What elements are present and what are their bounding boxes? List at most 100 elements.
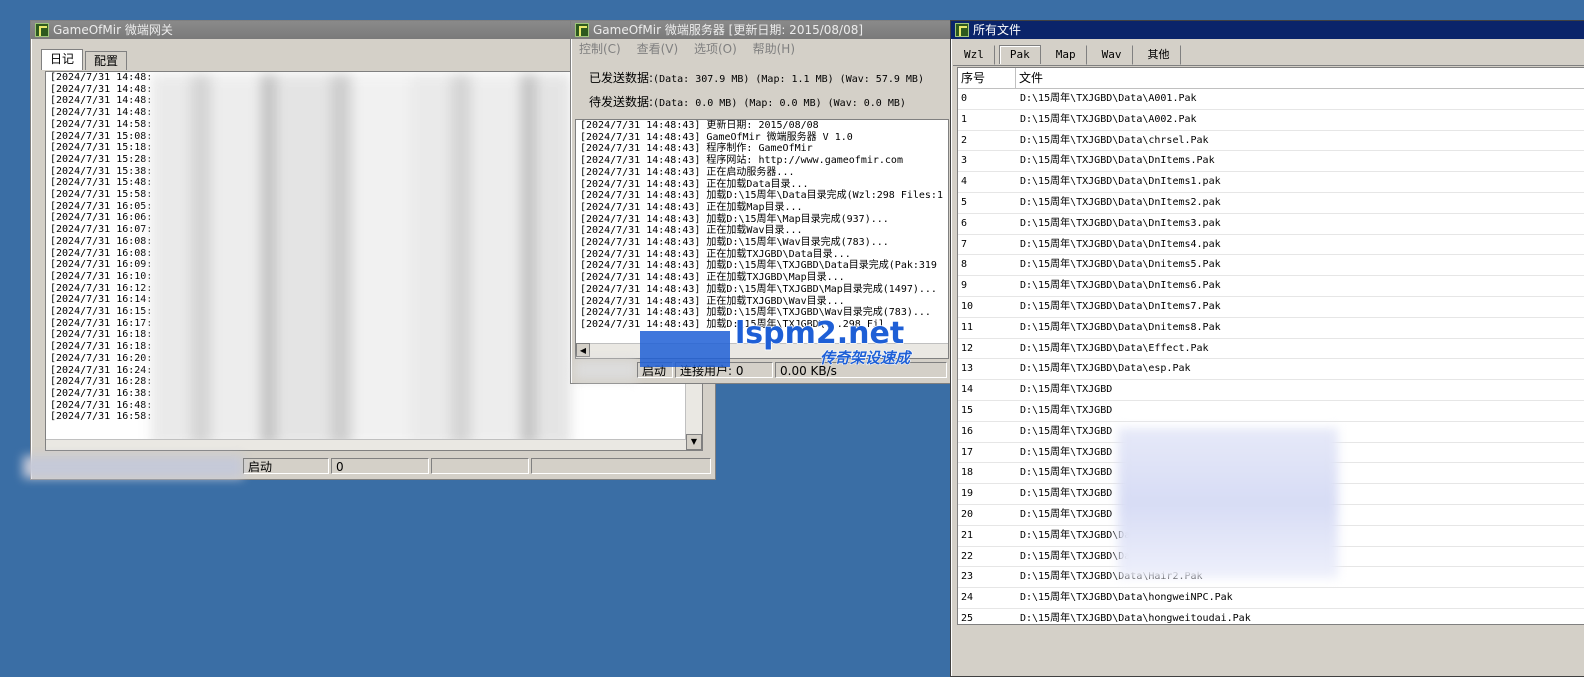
row-index: 3	[961, 155, 968, 167]
tab-other[interactable]: 其他	[1137, 45, 1181, 65]
row-file-path: D:\15周年\TXJGBD\Data\DnItems4.pak	[1020, 238, 1221, 250]
files-title: 所有文件	[973, 23, 1022, 37]
table-row[interactable]: 25 D:\15周年\TXJGBD\Data\hongweitoudai.Pak	[958, 609, 1584, 624]
row-index: 16	[961, 425, 974, 437]
scroll-down-icon[interactable]: ▼	[686, 434, 702, 450]
column-file[interactable]: 文件	[1016, 68, 1584, 88]
table-row[interactable]: 13 D:\15周年\TXJGBD\Data\esp.Pak	[958, 359, 1584, 381]
row-file-path: D:\15周年\TXJGBD\Data\A002.Pak	[1020, 113, 1197, 125]
files-tabs: Wzl Pak Map Wav 其他	[953, 43, 1584, 66]
table-row[interactable]: 6 D:\15周年\TXJGBD\Data\DnItems3.pak	[958, 214, 1584, 235]
log-line: [2024/7/31 14:48:43] 正在加载Data目录...	[580, 178, 809, 190]
table-row[interactable]: 1 D:\15周年\TXJGBD\Data\A002.Pak	[958, 110, 1584, 131]
table-row[interactable]: 11 D:\15周年\TXJGBD\Data\Dnitems8.Pak	[958, 318, 1584, 339]
log-line: [2024/7/31 14:48:43] 正在加载TXJGBD\Map目录...	[580, 272, 845, 284]
log-line: [2024/7/31 14:48:43] 加载D:\15周年\TXJGBD\Da…	[580, 260, 937, 272]
table-row[interactable]: 2 D:\15周年\TXJGBD\Data\chrsel.Pak	[958, 131, 1584, 152]
column-index[interactable]: 序号	[958, 68, 1016, 88]
menu-view[interactable]: 查看(V)	[637, 42, 679, 56]
row-index: 5	[961, 196, 968, 208]
table-row[interactable]: 7 D:\15周年\TXJGBD\Data\DnItems4.pak	[958, 235, 1584, 256]
row-file-path: D:\15周年\TXJGBD	[1020, 404, 1113, 416]
row-index: 1	[961, 113, 968, 125]
row-file-path: D:\15周年\TXJGBD\Data\Effect.Pak	[1020, 342, 1209, 354]
row-index: 19	[961, 488, 974, 500]
redacted-status	[575, 360, 637, 380]
pending-data-value: (Data: 0.0 MB) (Map: 0.0 MB) (Wav: 0.0 M…	[653, 98, 906, 109]
app-icon	[955, 23, 969, 37]
menu-control[interactable]: 控制(C)	[579, 42, 621, 56]
row-index: 10	[961, 300, 974, 312]
table-row[interactable]: 14 D:\15周年\TXJGBD	[958, 380, 1584, 401]
row-index: 17	[961, 446, 974, 458]
row-index: 2	[961, 134, 968, 146]
watermark-mark	[640, 331, 730, 367]
files-title-bar[interactable]: 所有文件	[951, 21, 1584, 39]
pending-data-label: 待发送数据:	[589, 95, 654, 109]
row-file-path: D:\15周年\TXJGBD\Data\hongweiNPC.Pak	[1020, 592, 1233, 604]
tab-config[interactable]: 配置	[85, 51, 128, 70]
row-index: 14	[961, 384, 974, 396]
row-file-path: D:\15周年\TXJGBD\Data\DnItems7.Pak	[1020, 300, 1221, 312]
tab-pak[interactable]: Pak	[998, 45, 1041, 64]
files-table[interactable]: 序号 文件 0 D:\15周年\TXJGBD\Data\A001.Pak 1 D:\1…	[957, 67, 1584, 625]
scroll-left-icon[interactable]: ◀	[576, 343, 590, 357]
server-log-lines: [2024/7/31 14:48:43] 更新日期: 2015/08/08 [20…	[576, 120, 948, 331]
row-file-path: D:\15周年\TXJGBD	[1020, 425, 1113, 437]
row-file-path: D:\15周年\TXJGBD	[1020, 467, 1113, 479]
pending-data-stat: 待发送数据:(Data: 0.0 MB) (Map: 0.0 MB) (Wav:…	[589, 93, 906, 110]
files-window: 所有文件 Wzl Pak Map Wav 其他 序号 文件 0 D:\15周年\T…	[950, 20, 1584, 677]
row-file-path: D:\15周年\TXJGBD\Data\DnItems3.pak	[1020, 217, 1221, 229]
table-row[interactable]: 9 D:\15周年\TXJGBD\Data\DnItems6.Pak	[958, 276, 1584, 297]
table-row[interactable]: 24 D:\15周年\TXJGBD\Data\hongweiNPC.Pak	[958, 588, 1584, 609]
row-index: 13	[961, 363, 974, 375]
table-row[interactable]: 4 D:\15周年\TXJGBD\Data\DnItems1.pak	[958, 172, 1584, 193]
menu-options[interactable]: 选项(O)	[694, 42, 737, 56]
row-index: 7	[961, 238, 968, 250]
table-row[interactable]: 8 D:\15周年\TXJGBD\Data\Dnitems5.Pak	[958, 255, 1584, 277]
row-file-path: D:\15周年\TXJGBD	[1020, 508, 1113, 520]
table-row[interactable]: 5 D:\15周年\TXJGBD\Data\DnItems2.pak	[958, 193, 1584, 214]
row-file-path: D:\15周年\TXJGBD\Data\esp.Pak	[1020, 363, 1191, 375]
sent-data-stat: 已发送数据:(Data: 307.9 MB) (Map: 1.1 MB) (Wa…	[589, 69, 924, 86]
row-file-path: D:\15周年\TXJGBD\Data\DnItems.Pak	[1020, 155, 1215, 167]
gateway-status-count: 0	[331, 458, 429, 474]
log-line: [2024/7/31 14:48:43] 加载D:\15周年\TXJGBD\Ma…	[580, 283, 937, 295]
table-row[interactable]: 0 D:\15周年\TXJGBD\Data\A001.Pak	[958, 89, 1584, 110]
tab-wzl[interactable]: Wzl	[953, 45, 995, 65]
gateway-horizontal-scrollbar[interactable]	[46, 439, 686, 450]
app-icon	[575, 23, 589, 37]
log-line: [2024/7/31 14:48:43] 程序网站: http://www.ga…	[580, 155, 903, 167]
row-index: 24	[961, 592, 974, 604]
row-index: 25	[961, 612, 974, 624]
log-line: [2024/7/31 14:48:43] GameOfMir 微端服务器 V 1…	[580, 131, 853, 143]
row-index: 18	[961, 467, 974, 479]
tab-wav[interactable]: Wav	[1091, 45, 1133, 65]
table-row[interactable]: 10 D:\15周年\TXJGBD\Data\DnItems7.Pak	[958, 297, 1584, 318]
menu-help[interactable]: 帮助(H)	[753, 42, 795, 56]
log-line: [2024/7/31 14:48:43] 正在加载TXJGBD\Wav目录...	[580, 295, 845, 307]
log-line: [2024/7/31 14:48:43] 加载D:\15周年\Data目录完成(…	[580, 190, 943, 202]
app-icon	[35, 23, 49, 37]
sent-data-value: (Data: 307.9 MB) (Map: 1.1 MB) (Wav: 57.…	[653, 74, 924, 85]
log-line: [2024/7/31 14:48:43] 正在启动服务器...	[580, 166, 795, 178]
table-row[interactable]: 3 D:\15周年\TXJGBD\Data\DnItems.Pak	[958, 151, 1584, 173]
row-index: 9	[961, 280, 968, 292]
row-index: 15	[961, 404, 974, 416]
log-line: [2024/7/31 14:48:43] 正在加载Wav目录...	[580, 225, 803, 237]
row-index: 12	[961, 342, 974, 354]
gateway-status-bar: 启动 0	[23, 456, 715, 478]
tab-map[interactable]: Map	[1045, 45, 1087, 65]
log-line: [2024/7/31 14:48:43] 加载D:\15周年\Map目录完成(9…	[580, 213, 889, 225]
gateway-tabs: 日记 配置	[41, 49, 129, 71]
server-title-bar[interactable]: GameOfMir 微端服务器 [更新日期: 2015/08/08]	[571, 21, 951, 39]
row-file-path: D:\15周年\TXJGBD\Data\DnItems6.Pak	[1020, 280, 1221, 292]
row-file-path: D:\15周年\TXJGBD\Data\Dnitems8.Pak	[1020, 321, 1221, 333]
server-title: GameOfMir 微端服务器 [更新日期: 2015/08/08]	[593, 23, 864, 37]
log-line: [2024/7/31 14:48:43] 程序制作: GameOfMir	[580, 143, 813, 155]
table-row[interactable]: 15 D:\15周年\TXJGBD	[958, 401, 1584, 422]
table-row[interactable]: 12 D:\15周年\TXJGBD\Data\Effect.Pak	[958, 339, 1584, 360]
sent-data-label: 已发送数据:	[589, 71, 654, 85]
watermark-subtext: 传奇架设速成	[820, 349, 913, 367]
tab-log[interactable]: 日记	[41, 49, 84, 70]
